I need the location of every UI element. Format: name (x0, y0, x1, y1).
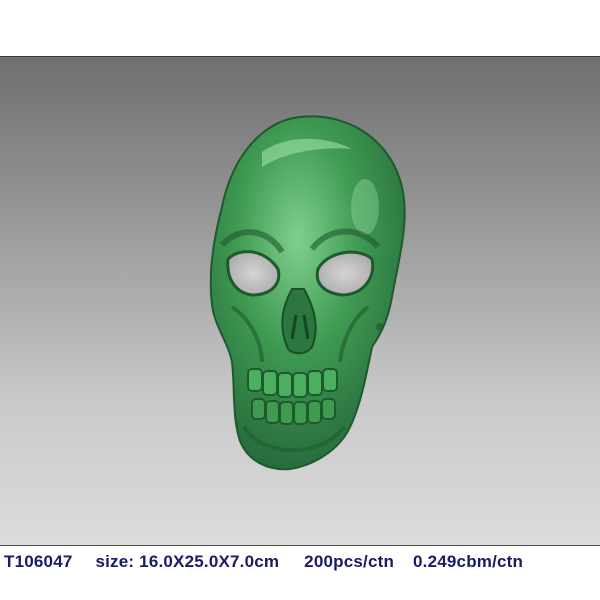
product-volume: 0.249cbm/ctn (413, 552, 524, 571)
product-size: size: 16.0X25.0X7.0cm (95, 552, 280, 571)
product-caption: T106047 size: 16.0X25.0X7.0cm 200pcs/ctn… (4, 552, 600, 576)
product-code: T106047 (4, 552, 73, 571)
product-photo-page: T106047 size: 16.0X25.0X7.0cm 200pcs/ctn… (0, 0, 600, 600)
product-packing: 200pcs/ctn (304, 552, 395, 571)
product-photo (0, 56, 600, 546)
skull-mask-image (209, 115, 406, 471)
